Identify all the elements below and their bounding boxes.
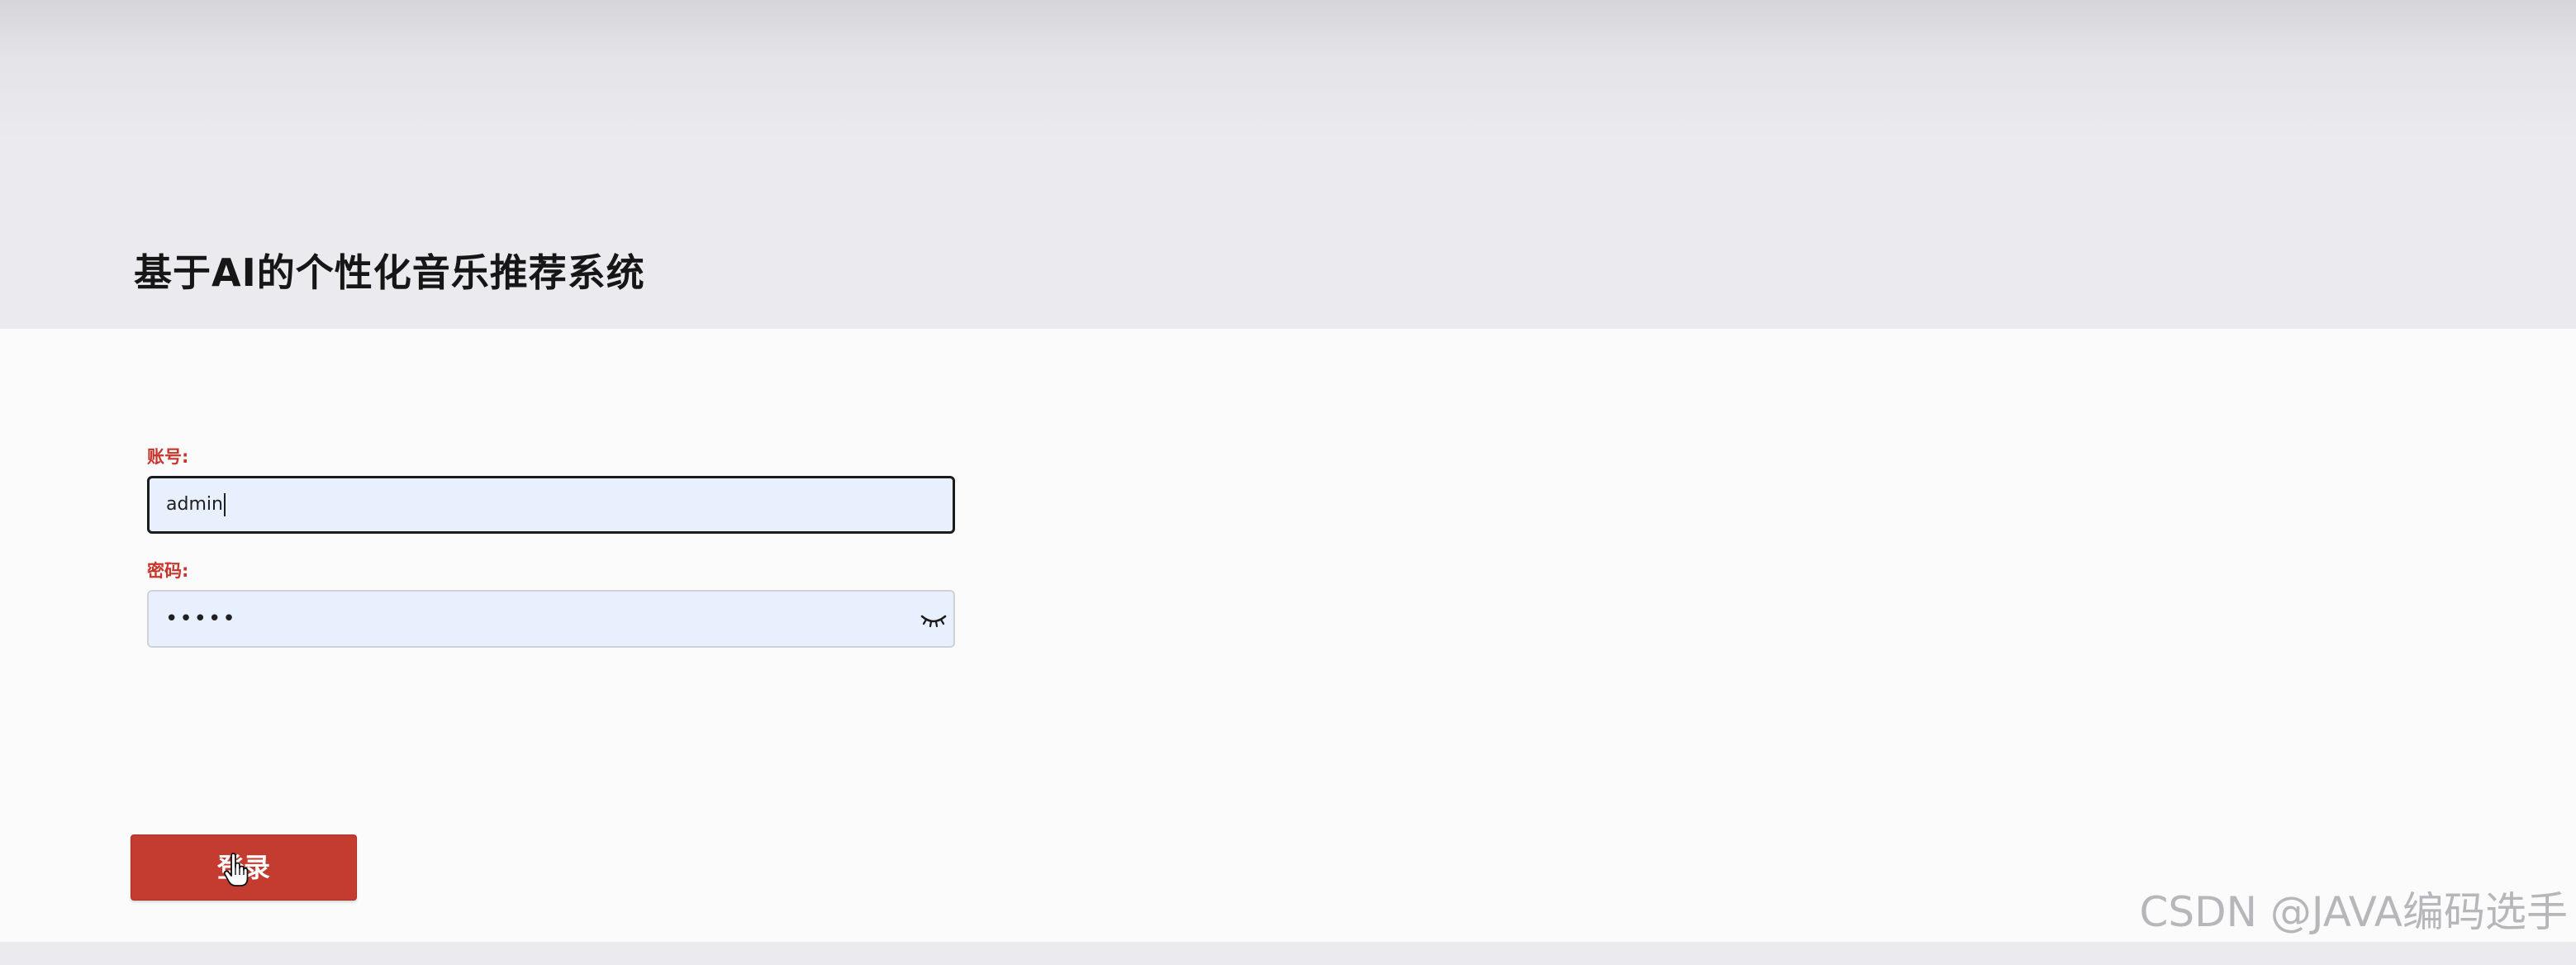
username-value: admin [166, 494, 223, 515]
eye-closed-icon[interactable] [919, 606, 948, 631]
page-header: 基于AI的个性化音乐推荐系统 [0, 0, 2576, 329]
text-caret [223, 493, 226, 516]
footer-strip [0, 942, 2576, 965]
login-button[interactable]: 登录 [131, 834, 357, 901]
password-label: 密码: [147, 561, 189, 581]
login-page: 基于AI的个性化音乐推荐系统 账号: admin 密码: 登录 [0, 0, 2576, 965]
login-form: 账号: admin 密码: 登录 [0, 329, 2576, 942]
username-input[interactable]: admin [147, 476, 955, 534]
page-title: 基于AI的个性化音乐推荐系统 [134, 250, 645, 295]
username-label: 账号: [147, 447, 189, 467]
password-input[interactable] [147, 590, 955, 648]
watermark: CSDN @JAVA编码选手 [2139, 888, 2568, 936]
